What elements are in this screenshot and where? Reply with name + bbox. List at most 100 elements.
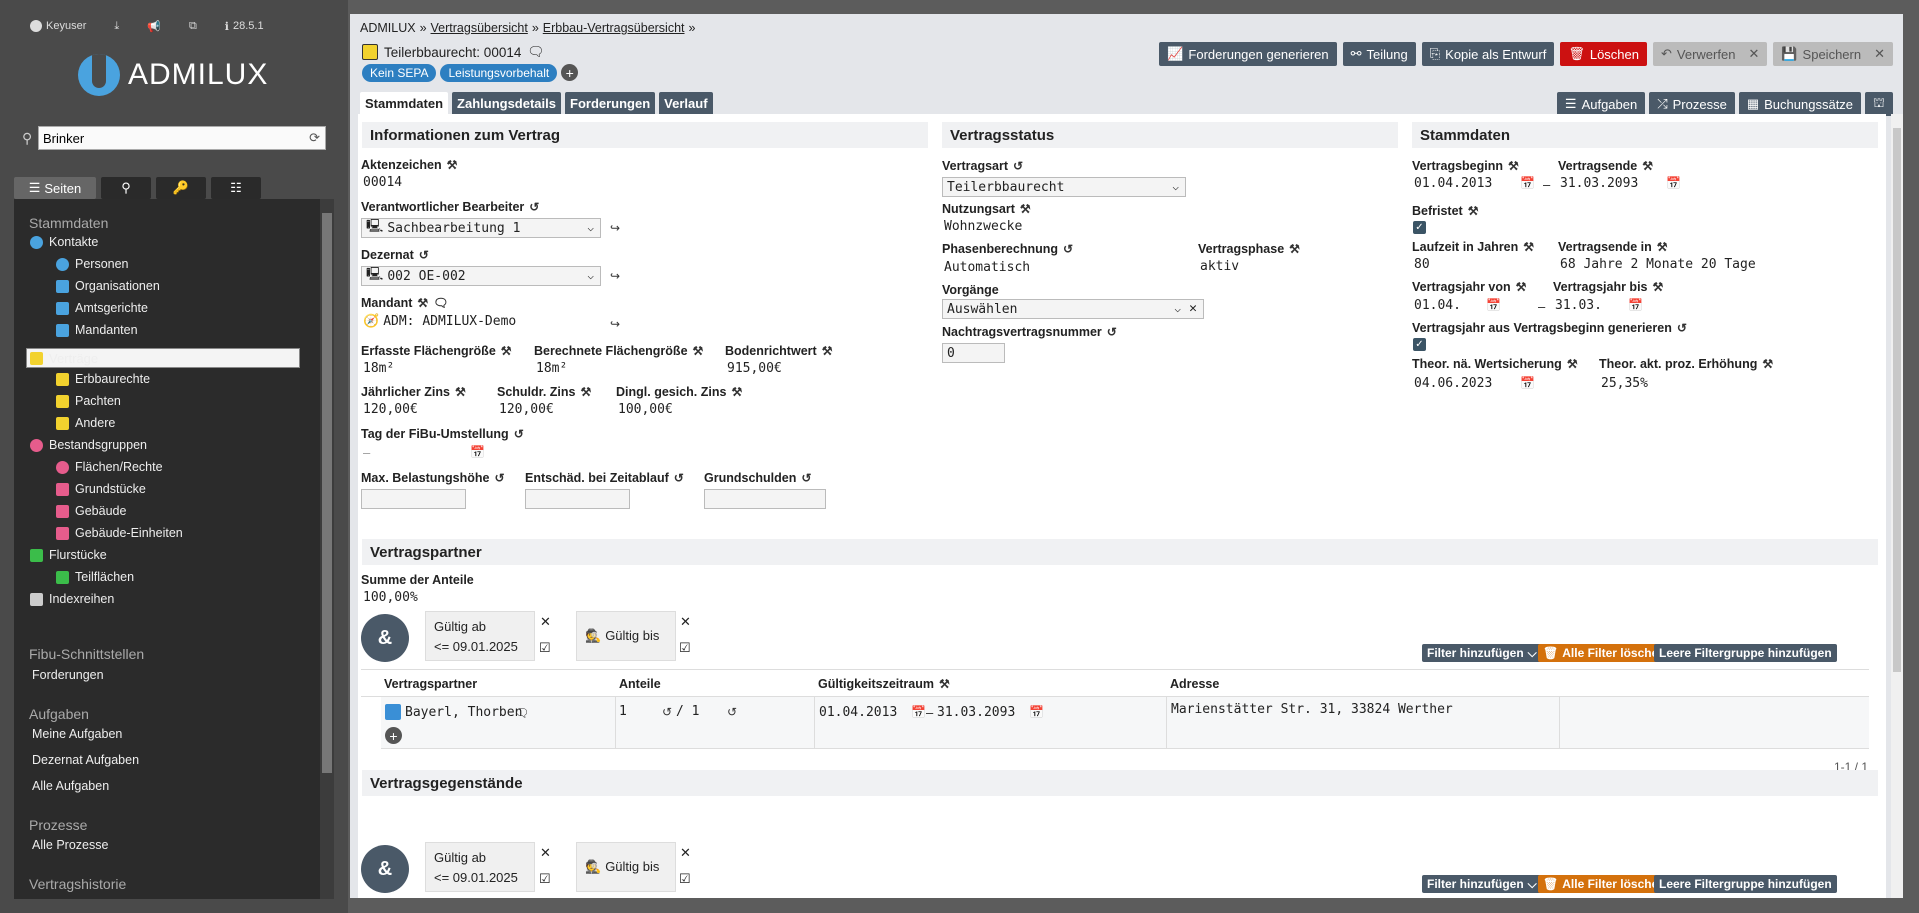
leere-filtergruppe-button[interactable]: Leere Filtergruppe hinzufügen [1654,644,1837,662]
befristet-checkbox[interactable]: ✓ [1413,221,1426,234]
tab-zahlungsdetails[interactable]: Zahlungsdetails [452,92,561,114]
column-gueltigkeitszeitraum[interactable]: Gültigkeitszeitraum ⚒ [818,677,950,691]
nav-item-personen[interactable]: Personen [56,257,129,271]
filter-gueltig-bis[interactable]: 🕵 Gültig bis [576,842,676,892]
calendar-icon[interactable]: 📅 [470,445,485,459]
history-icon[interactable]: ↺ [1107,325,1117,339]
badge-leistungsvorbehalt[interactable]: Leistungsvorbehalt [440,64,558,82]
value-vertragsjahr-von[interactable]: 01.04. [1414,298,1461,313]
filter-gueltig-ab[interactable]: Gültig ab <= 09.01.2025 [425,611,535,661]
comment-icon[interactable]: 🗨 [433,296,448,310]
history-icon[interactable]: ↺ [1677,321,1687,335]
tab-forderungen[interactable]: Forderungen [565,92,656,114]
nav-item-bestandsgruppen[interactable]: Bestandsgruppen [30,438,147,452]
search-input[interactable] [38,126,326,150]
nav-link-meine-aufgaben[interactable]: Meine Aufgaben [32,727,122,741]
history-icon[interactable]: ↺ [514,427,524,441]
nav-link-forderungen[interactable]: Forderungen [32,668,104,682]
teilung-button[interactable]: ⚯ Teilung [1342,42,1416,66]
nav-item-mandanten[interactable]: Mandanten [56,323,138,337]
badge-kein-sepa[interactable]: Kein SEPA [362,64,437,82]
leere-filtergruppe-button[interactable]: Leere Filtergruppe hinzufügen [1654,875,1837,893]
kopie-button[interactable]: ⎘ Kopie als Entwurf [1421,42,1555,66]
nav-item-erbbaurechte[interactable]: Erbbaurechte [56,372,150,386]
clear-icon[interactable]: ✕ [1189,301,1197,316]
filter-group-and-button[interactable]: & [361,614,409,662]
history-icon[interactable]: ↺ [1063,242,1073,256]
vorgaenge-select[interactable]: Auswählen ⌵ ✕ [942,299,1204,319]
close-icon[interactable]: ✕ [1874,46,1885,62]
nav-item-gebaeude[interactable]: Gebäude [56,504,126,518]
close-icon[interactable]: ✕ [680,845,691,861]
close-icon[interactable]: ✕ [680,614,691,630]
close-icon[interactable]: ✕ [540,845,551,861]
filter-gueltig-ab[interactable]: Gültig ab <= 09.01.2025 [425,842,535,892]
table-row[interactable]: Bayerl, Thorben 🗨 + 1 ↺ / 1 ↺ 01.04.2013… [381,697,1869,749]
tab-tasks[interactable]: ☷ [211,177,261,199]
aufgaben-button[interactable]: ☰ Aufgaben [1556,92,1646,116]
history-icon[interactable]: ↺ [662,705,672,719]
tab-verlauf[interactable]: Verlauf [659,92,713,114]
nav-link-dezernat-aufgaben[interactable]: Dezernat Aufgaben [32,753,139,767]
vertragsjahr-generieren-checkbox[interactable]: ✓ [1413,338,1426,351]
history-icon[interactable]: ↺ [1013,159,1023,173]
nav-item-amtsgerichte[interactable]: Amtsgerichte [56,301,148,315]
close-icon[interactable]: ✕ [540,614,551,630]
checkbox-icon[interactable]: ☑ [539,871,551,887]
nav-item-vertraege[interactable]: Verträge [26,348,300,368]
nav-item-pachten[interactable]: Pachten [56,394,121,408]
nav-item-organisationen[interactable]: Organisationen [56,279,160,293]
history-icon[interactable]: ↺ [419,248,429,262]
tab-seiten[interactable]: ☰ Seiten [14,177,96,199]
filter-group-and-button[interactable]: & [361,845,409,893]
value-vertragsende[interactable]: 31.03.2093 [1560,176,1638,191]
share-icon[interactable]: ↪ [610,317,620,331]
dezernat-select[interactable]: 🖳 002 OE-002 ⌵ [361,266,601,286]
nav-item-teilflaechen[interactable]: Teilflächen [56,570,134,584]
calendar-icon[interactable]: 📅 [1666,176,1681,190]
history-icon[interactable]: ↺ [529,200,539,214]
nav-item-grundstuecke[interactable]: Grundstücke [56,482,146,496]
nav-item-gebaeude-einheiten[interactable]: Gebäude-Einheiten [56,526,183,540]
partner-name[interactable]: Bayerl, Thorben [405,705,522,720]
calendar-icon[interactable]: 📅 [1520,376,1535,390]
add-partner-button[interactable]: + [385,727,402,744]
add-badge-button[interactable]: + [561,64,579,81]
main-scroll-thumb[interactable] [1893,128,1901,672]
nav-link-alle-aufgaben[interactable]: Alle Aufgaben [32,779,109,793]
comment-icon[interactable]: 🗨 [527,44,544,60]
buchungssaetze-button[interactable]: ▦ Buchungssätze [1738,92,1862,116]
filter-hinzufuegen-button[interactable]: Filter hinzufügen ⌵ [1422,875,1542,893]
prozesse-button[interactable]: ⤮ Prozesse [1649,92,1735,116]
checkbox-icon[interactable]: ☑ [679,871,691,887]
nav-scroll-thumb[interactable] [322,213,332,773]
calendar-icon[interactable]: 📅 [1520,176,1535,190]
history-icon[interactable]: ↺ [495,471,505,485]
column-adresse[interactable]: Adresse [1170,677,1219,691]
bearbeiter-select[interactable]: 🖳 Sachbearbeitung 1 ⌵ [361,218,601,238]
megaphone-icon[interactable]: 📢 [147,20,161,33]
share-icon[interactable]: ↪ [610,221,620,235]
alle-filter-loeschen-button[interactable]: 🗑 Alle Filter löschen [1538,875,1671,893]
history-icon[interactable]: ↺ [801,471,811,485]
calendar-icon[interactable]: 📅 [1029,705,1044,719]
download-icon[interactable]: ⤓ [114,20,119,33]
gueltig-bis[interactable]: 31.03.2093 [937,705,1015,720]
alle-filter-loeschen-button[interactable]: 🗑 Alle Filter löschen [1538,644,1671,662]
checkbox-icon[interactable]: ☑ [539,640,551,656]
value-theor-wertsicherung[interactable]: 04.06.2023 [1414,376,1492,391]
column-vertragspartner[interactable]: Vertragspartner [384,677,477,691]
nav-scrollbar[interactable] [320,199,334,899]
user-menu[interactable]: Keyuser [30,20,86,32]
anteil-nenner[interactable]: / 1 [676,704,699,719]
nav-item-flaechen[interactable]: Flächen/Rechte [56,460,163,474]
vertragsart-select[interactable]: Teilerbbaurecht ⌵ [942,177,1186,197]
nav-item-indexreihen[interactable]: Indexreihen [30,592,114,606]
close-icon[interactable]: ✕ [1748,46,1759,62]
info-menu[interactable]: ℹ 28.5.1 [225,20,264,33]
calendar-icon[interactable]: 📅 [911,705,926,719]
window-icon[interactable]: ⧉ [189,20,197,33]
verwerfen-button[interactable]: ↶ Verwerfen ✕ [1653,42,1768,66]
refresh-icon[interactable]: ⟳ [309,130,320,146]
nachtragsnummer-input[interactable]: 0 [942,343,1005,363]
